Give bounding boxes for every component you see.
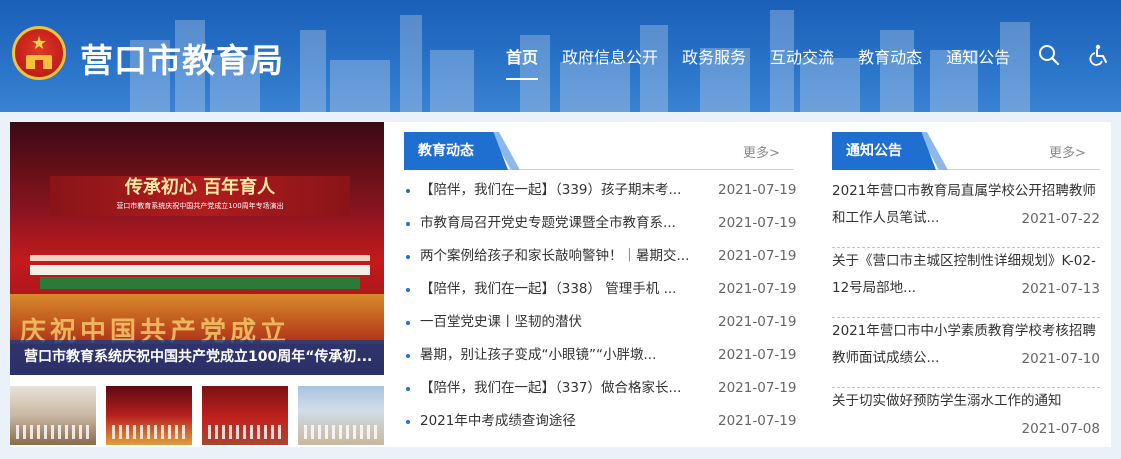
news-title[interactable]: 暑期，别让孩子变成“小眼镜”“小胖墩... [420, 343, 700, 367]
bullet [406, 354, 410, 358]
notice-date: 2021-07-13 [1021, 281, 1100, 297]
notice-date: 2021-07-22 [1021, 211, 1100, 227]
news-date: 2021-07-19 [718, 281, 797, 297]
news-title[interactable]: 【陪伴，我们在一起】（337）做合格家长... [420, 376, 700, 400]
nav-education-news[interactable]: 教育动态 [858, 44, 922, 68]
notice-item[interactable]: 关于《营口市主城区控制性详细规划》K-02-12号局部地... 2021-07-… [832, 248, 1100, 318]
bullet [406, 288, 410, 292]
news-title[interactable]: 一百堂党史课丨坚韧的潜伏 [420, 310, 700, 334]
bullet [406, 189, 410, 193]
accessibility-icon[interactable] [1089, 44, 1111, 66]
stage-banner-subtitle: 营口市教育系统庆祝中国共产党成立100周年专场演出 [116, 202, 284, 210]
news-section-heading[interactable]: 教育动态 [404, 132, 508, 170]
search-icon[interactable] [1038, 44, 1060, 66]
news-title[interactable]: 【陪伴，我们在一起】（339）孩子期末考... [420, 178, 700, 202]
main-nav: 首页 政府信息公开 政务服务 互动交流 教育动态 通知公告 [496, 44, 1034, 80]
news-item[interactable]: 市教育局召开党史专题党课暨全市教育系... 2021-07-19 [404, 211, 798, 244]
notice-item[interactable]: 2021年营口市中小学素质教育学校考核招聘教师面试成绩公... 2021-07-… [832, 318, 1100, 388]
thumbnail-strip [10, 386, 384, 446]
news-item[interactable]: 【陪伴，我们在一起】（337）做合格家长... 2021-07-19 [404, 376, 798, 409]
notice-more-link[interactable]: 更多> [1049, 142, 1086, 161]
news-date: 2021-07-19 [718, 182, 797, 198]
bullet [406, 222, 410, 226]
nav-gov-services[interactable]: 政务服务 [682, 44, 746, 68]
news-title[interactable]: 【陪伴，我们在一起】（338） 管理手机 ... [420, 277, 700, 301]
national-emblem-logo: ★ [12, 26, 66, 80]
news-list: 【陪伴，我们在一起】（339）孩子期末考... 2021-07-19 市教育局召… [404, 178, 798, 442]
notice-date: 2021-07-08 [1021, 421, 1100, 437]
news-item[interactable]: 暑期，别让孩子变成“小眼镜”“小胖墩... 2021-07-19 [404, 343, 798, 376]
news-item[interactable]: 【陪伴，我们在一起】（339）孩子期末考... 2021-07-19 [404, 178, 798, 211]
bullet [406, 387, 410, 391]
news-item[interactable]: 两个案例给孩子和家长敲响警钟！｜暑期交... 2021-07-19 [404, 244, 798, 277]
photo-caption[interactable]: 营口市教育系统庆祝中国共产党成立100周年“传承初... [10, 340, 384, 375]
news-title[interactable]: 市教育局召开党史专题党课暨全市教育系... [420, 211, 700, 235]
bullet [406, 420, 410, 424]
content-panel: 传承初心 百年育人 营口市教育系统庆祝中国共产党成立100周年专场演出 庆祝中国… [10, 122, 1111, 447]
news-date: 2021-07-19 [718, 215, 797, 231]
performers-group [30, 255, 370, 289]
news-title[interactable]: 2021年中考成绩查询途径 [420, 409, 700, 433]
featured-photo[interactable]: 传承初心 百年育人 营口市教育系统庆祝中国共产党成立100周年专场演出 庆祝中国… [10, 122, 384, 375]
news-date: 2021-07-19 [718, 347, 797, 363]
news-item[interactable]: 一百堂党史课丨坚韧的潜伏 2021-07-19 [404, 310, 798, 343]
news-date: 2021-07-19 [718, 248, 797, 264]
site-title[interactable]: 营口市教育局 [80, 34, 284, 82]
news-date: 2021-07-19 [718, 413, 797, 429]
stage-banner-title: 传承初心 百年育人 [124, 177, 276, 198]
nav-interaction[interactable]: 互动交流 [770, 44, 834, 68]
thumbnail-2[interactable] [106, 386, 192, 445]
news-item[interactable]: 【陪伴，我们在一起】（338） 管理手机 ... 2021-07-19 [404, 277, 798, 310]
bullet [406, 255, 410, 259]
thumbnail-1[interactable] [10, 386, 96, 445]
bullet [406, 321, 410, 325]
nav-home[interactable]: 首页 [506, 44, 539, 80]
news-title[interactable]: 两个案例给孩子和家长敲响警钟！｜暑期交... [420, 244, 700, 268]
news-item[interactable]: 2021年中考成绩查询途径 2021-07-19 [404, 409, 798, 442]
notice-item[interactable]: 2021年营口市教育局直属学校公开招聘教师和工作人员笔试... 2021-07-… [832, 178, 1100, 248]
notice-item[interactable]: 关于切实做好预防学生溺水工作的通知 2021-07-08 [832, 388, 1100, 458]
thumbnail-4[interactable] [298, 386, 384, 445]
news-date: 2021-07-19 [718, 314, 797, 330]
news-date: 2021-07-19 [718, 380, 797, 396]
nav-gov-info-disclosure[interactable]: 政府信息公开 [562, 44, 658, 68]
stage-banner: 传承初心 百年育人 营口市教育系统庆祝中国共产党成立100周年专场演出 [50, 176, 350, 216]
site-header: ★ 营口市教育局 首页 政府信息公开 政务服务 互动交流 教育动态 通知公告 [0, 0, 1121, 112]
thumbnail-3[interactable] [202, 386, 288, 445]
notice-list: 2021年营口市教育局直属学校公开招聘教师和工作人员笔试... 2021-07-… [832, 178, 1100, 458]
notice-date: 2021-07-10 [1021, 351, 1100, 367]
nav-notices[interactable]: 通知公告 [946, 44, 1010, 68]
notice-section-heading[interactable]: 通知公告 [832, 132, 936, 170]
news-more-link[interactable]: 更多> [743, 142, 780, 161]
